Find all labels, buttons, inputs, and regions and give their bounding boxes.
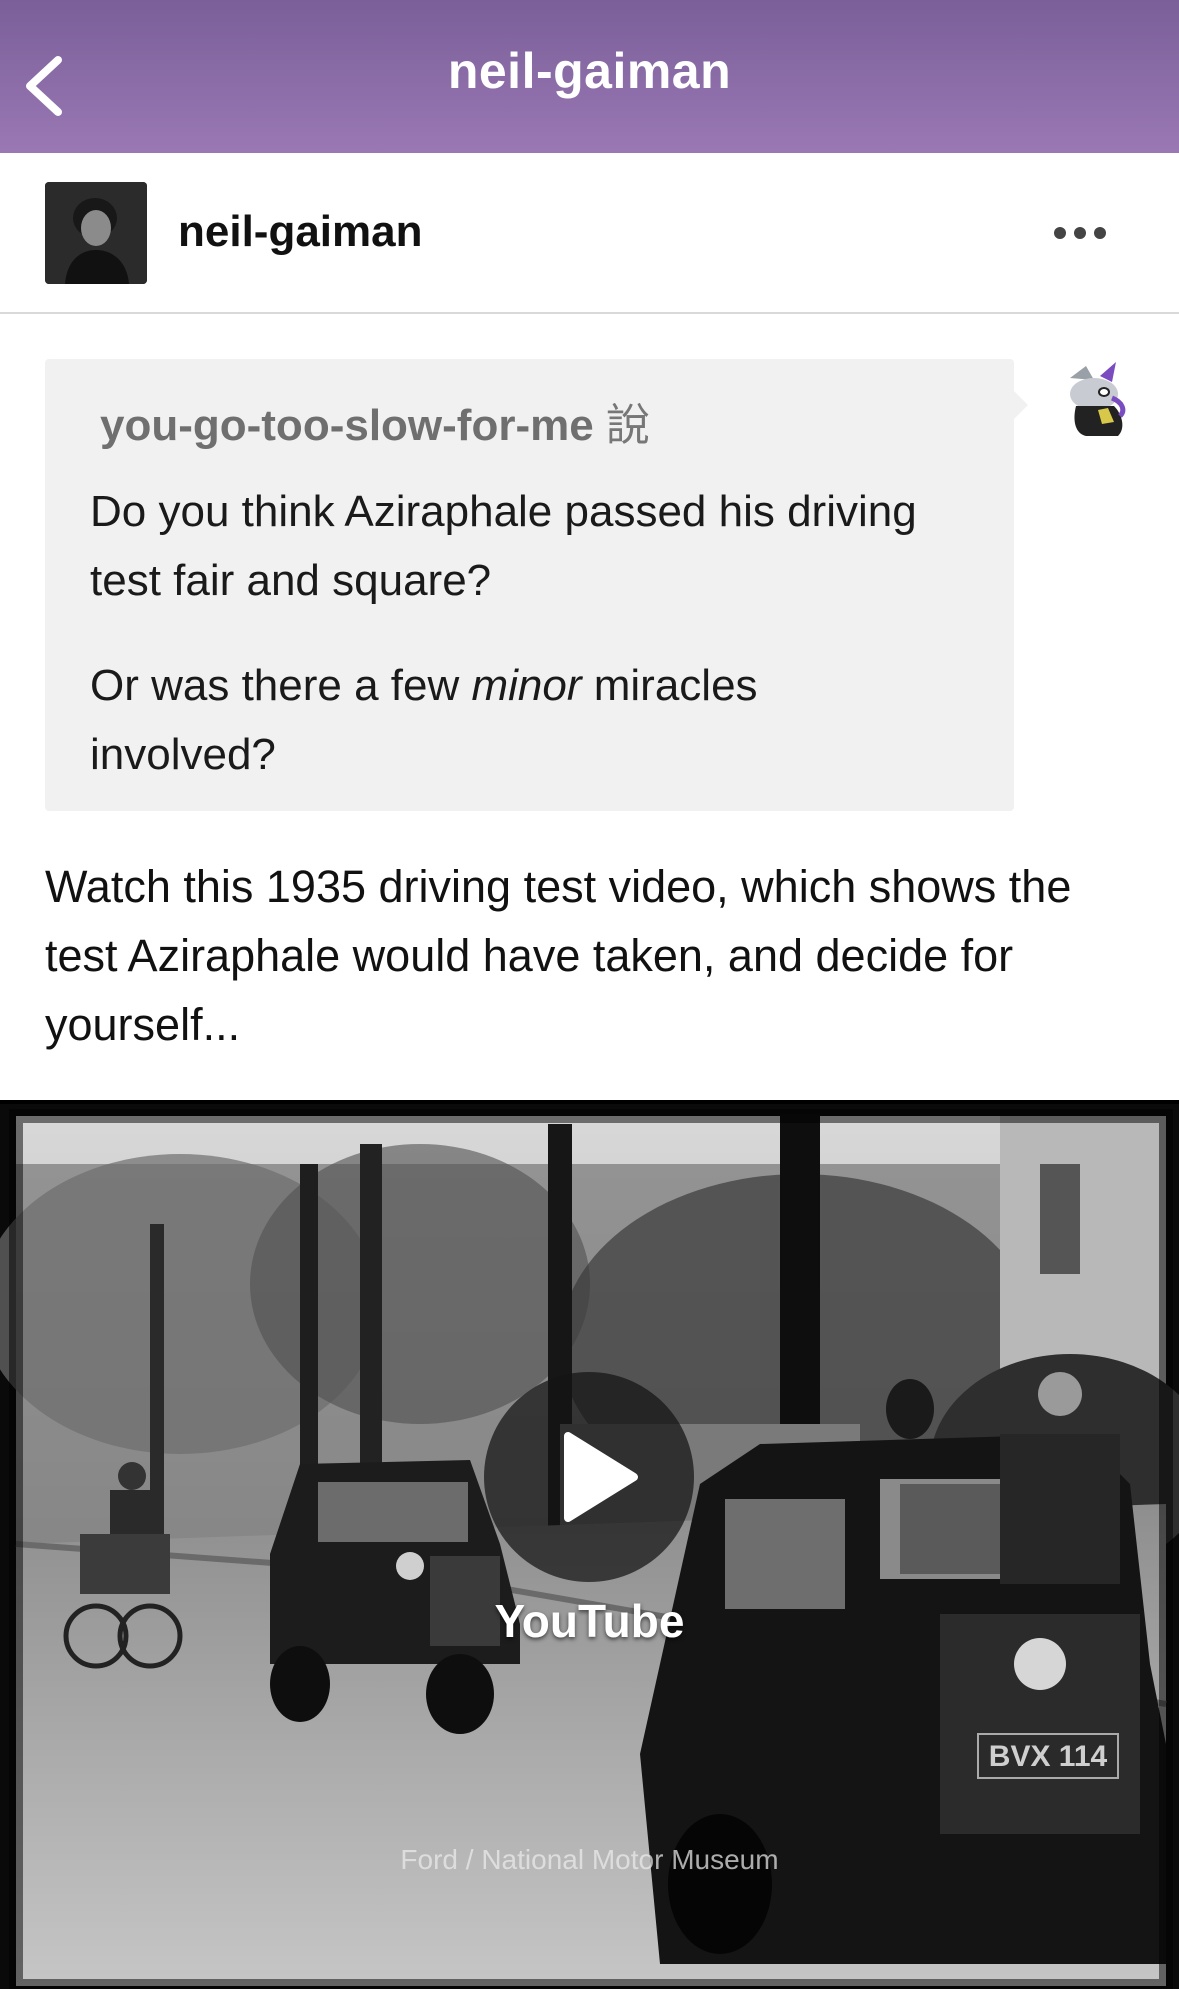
author-avatar[interactable] xyxy=(45,182,147,284)
more-horizontal-icon xyxy=(1054,227,1066,239)
page-title: neil-gaiman xyxy=(447,43,732,99)
question-paragraph-2: Or was there a few minor miracles involv… xyxy=(90,661,758,779)
youtube-label: YouTube xyxy=(494,1595,685,1647)
more-options-button[interactable] xyxy=(1040,205,1120,261)
answer-text: Watch this 1935 driving test video, whic… xyxy=(45,861,1072,1050)
video-credit-watermark: Ford / National Motor Museum xyxy=(400,1844,779,1875)
asker-name[interactable]: you-go-too-slow-for-me 說 xyxy=(100,389,650,453)
play-button[interactable] xyxy=(484,1372,694,1582)
video-embed[interactable]: BVX 114 YouTube Ford / National Motor Mu… xyxy=(0,1100,1179,1989)
question-text: Do you think Aziraphale passed his drivi… xyxy=(90,477,950,825)
asker-suffix: 說 xyxy=(605,401,650,450)
license-plate: BVX 114 xyxy=(989,1740,1108,1773)
ask-question-box: you-go-too-slow-for-me 說 Do you think Az… xyxy=(45,359,1028,811)
post-header: neil-gaiman xyxy=(0,153,1179,314)
asker-avatar[interactable] xyxy=(1056,358,1138,440)
top-navigation-bar: neil-gaiman xyxy=(0,0,1179,153)
play-icon xyxy=(564,1432,638,1522)
author-name[interactable]: neil-gaiman xyxy=(178,207,423,257)
question-paragraph-1: Do you think Aziraphale passed his drivi… xyxy=(90,487,917,605)
